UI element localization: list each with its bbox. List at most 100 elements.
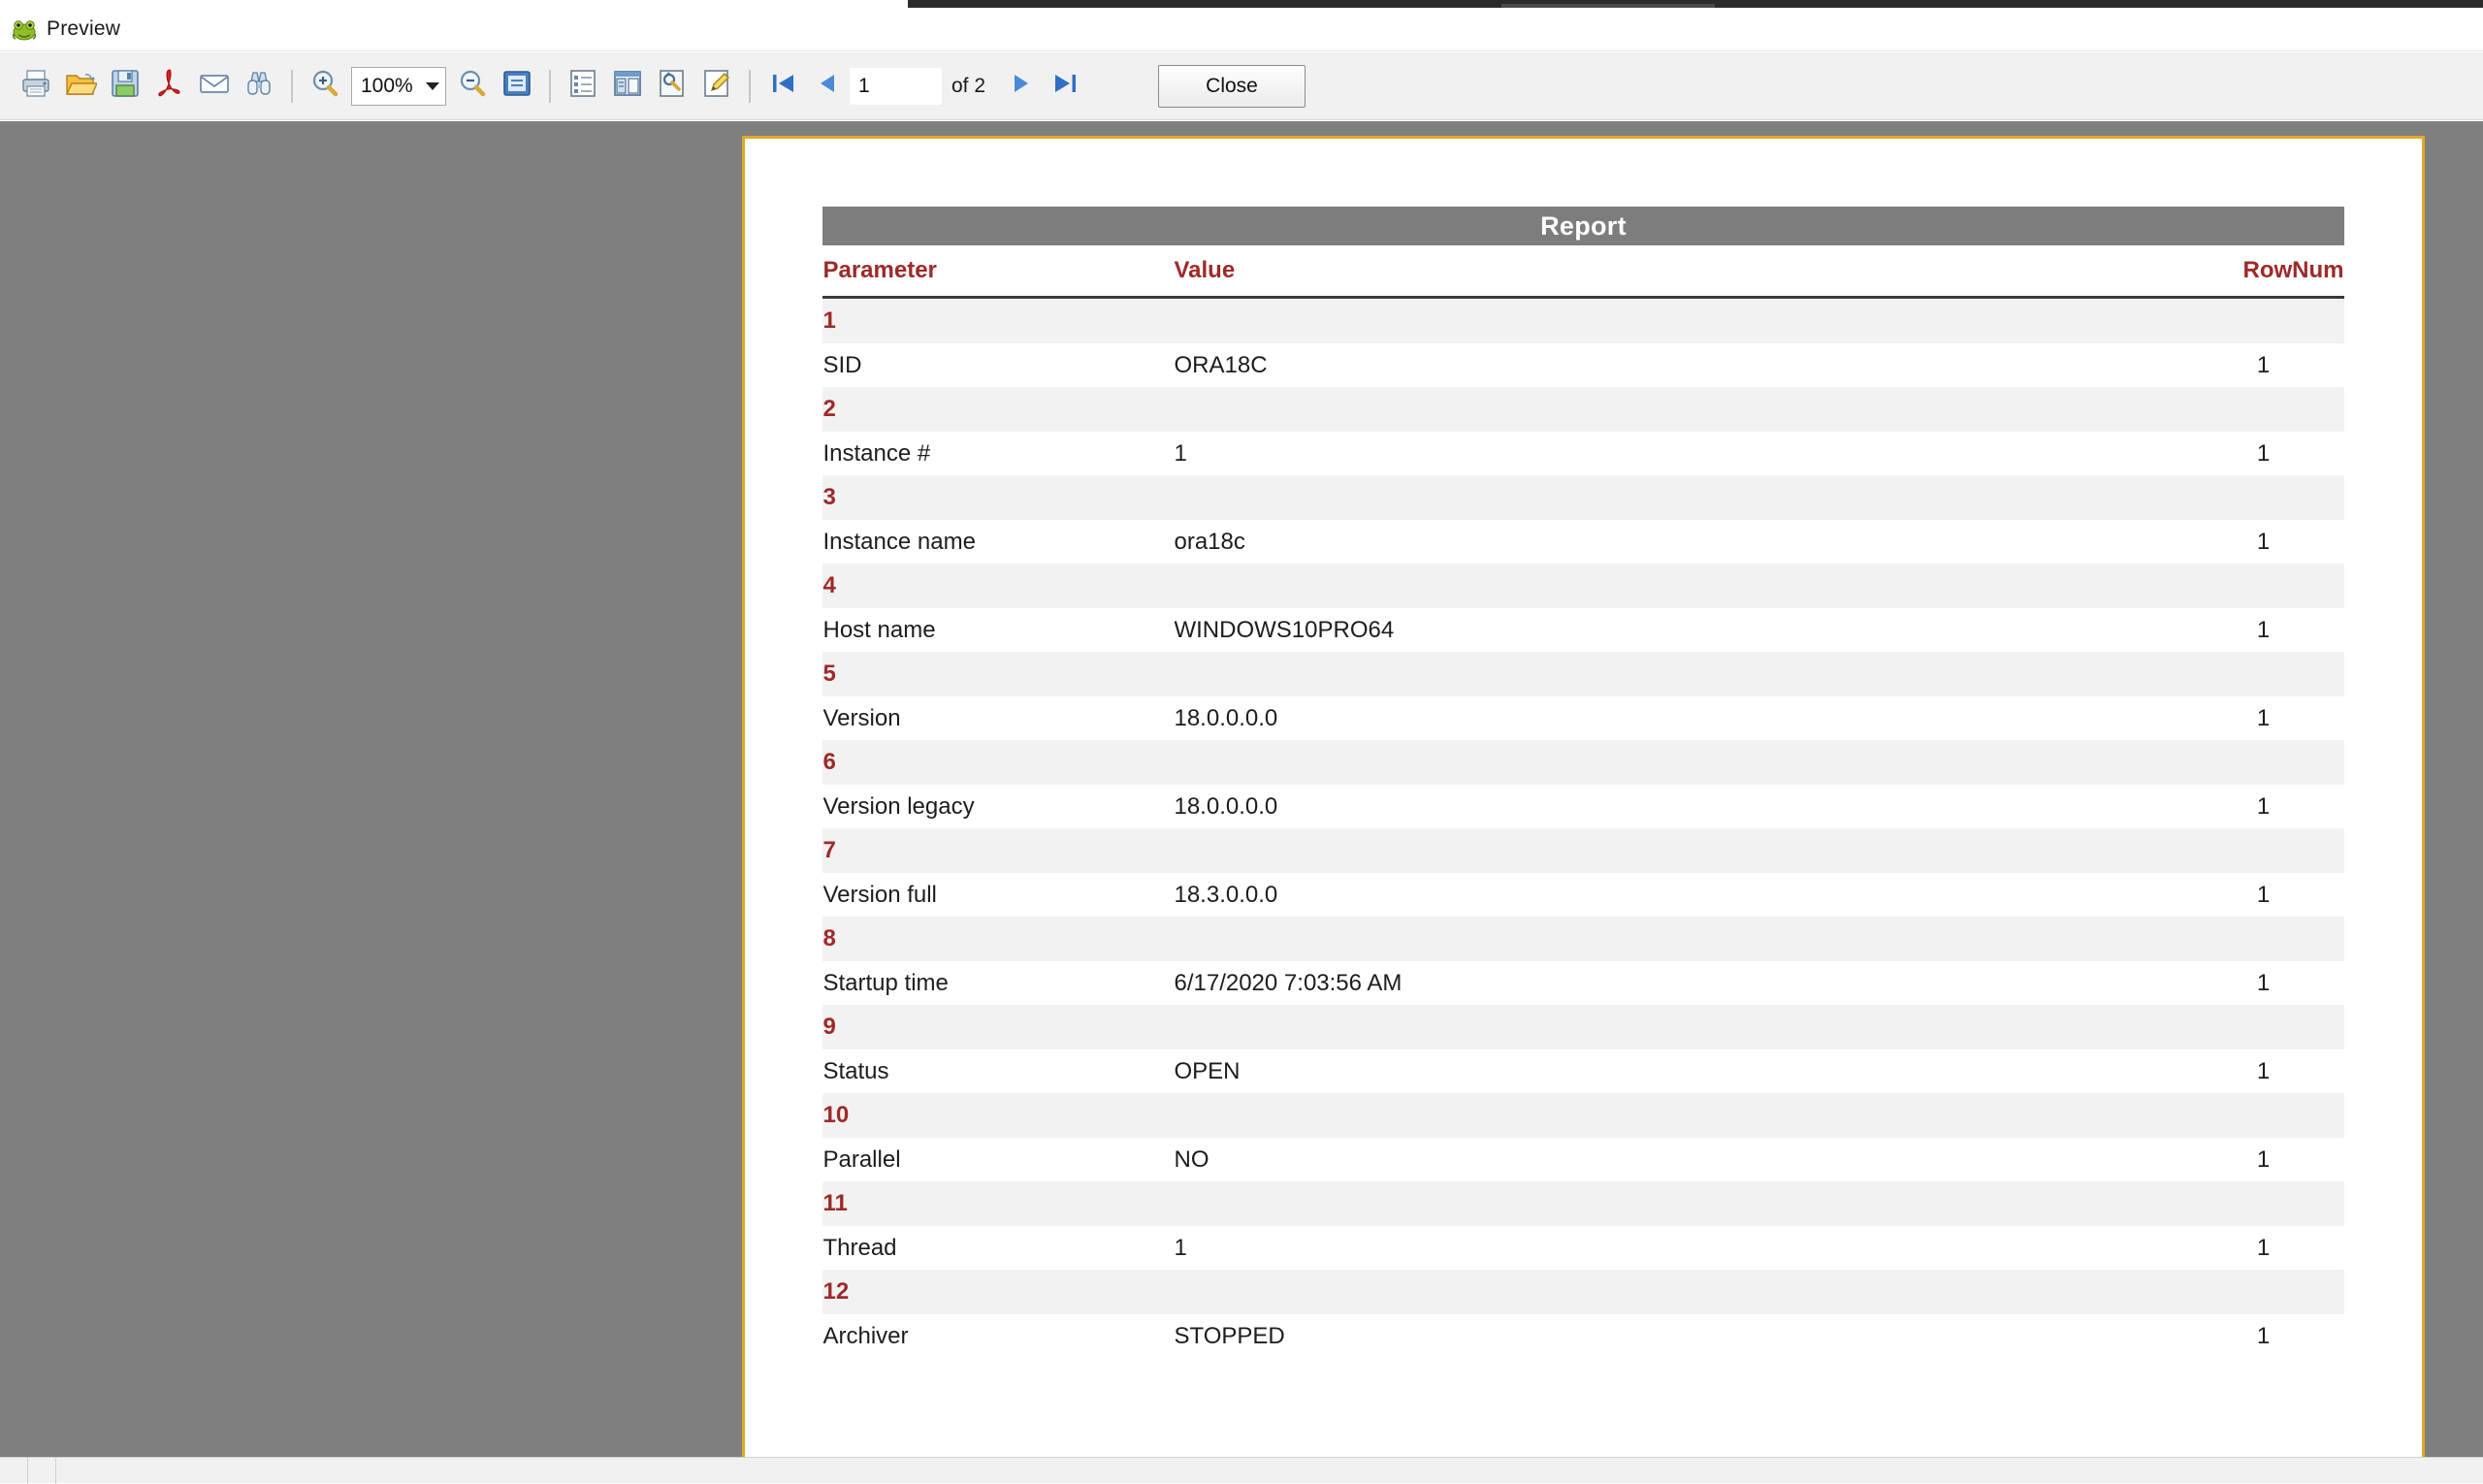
status-segment-right xyxy=(55,1458,83,1484)
outline-list-icon xyxy=(566,67,599,105)
group-filler-value xyxy=(1174,740,2182,785)
find-button[interactable] xyxy=(237,64,281,109)
open-button[interactable] xyxy=(58,64,103,109)
last-page-button[interactable] xyxy=(1044,64,1088,109)
cell-value: OPEN xyxy=(1174,1049,2182,1093)
report-group-row: 9 xyxy=(822,1005,2343,1049)
thumbnails-button[interactable] xyxy=(605,64,650,109)
report-group-row: 10 xyxy=(822,1093,2343,1138)
page-setup-button[interactable] xyxy=(650,64,694,109)
cell-value: WINDOWS10PRO64 xyxy=(1174,608,2182,652)
group-index: 5 xyxy=(822,652,1174,696)
table-row: StatusOPEN1 xyxy=(822,1049,2343,1093)
group-filler-rownum xyxy=(2182,475,2343,520)
next-page-button[interactable] xyxy=(999,64,1044,109)
report-group-row: 12 xyxy=(822,1270,2343,1314)
group-index: 11 xyxy=(822,1181,1174,1226)
zoom-out-button[interactable] xyxy=(450,64,495,109)
group-index: 9 xyxy=(822,1005,1174,1049)
cell-value: 1 xyxy=(1174,432,2182,475)
cell-rownum: 1 xyxy=(2182,1314,2343,1358)
group-index: 12 xyxy=(822,1270,1174,1314)
preview-canvas[interactable]: Report Parameter Value RowNum 1SIDORA18C… xyxy=(0,121,2483,1457)
table-row: Version legacy18.0.0.0.01 xyxy=(822,785,2343,828)
report-group-row: 2 xyxy=(822,387,2343,432)
cell-parameter: Archiver xyxy=(822,1314,1174,1358)
save-button[interactable] xyxy=(103,64,147,109)
table-row: SIDORA18C1 xyxy=(822,343,2343,387)
group-index: 10 xyxy=(822,1093,1174,1138)
floppy-disk-icon xyxy=(109,67,142,105)
cell-rownum: 1 xyxy=(2182,432,2343,475)
group-filler-rownum xyxy=(2182,1093,2343,1138)
group-index: 1 xyxy=(822,299,1174,343)
table-row: Instance #11 xyxy=(822,432,2343,475)
first-page-button[interactable] xyxy=(760,64,805,109)
group-filler-value xyxy=(1174,299,2182,343)
group-filler-rownum xyxy=(2182,1005,2343,1049)
cell-rownum: 1 xyxy=(2182,1226,2343,1270)
cell-parameter: Parallel xyxy=(822,1138,1174,1181)
cell-rownum: 1 xyxy=(2182,785,2343,828)
cell-value: 6/17/2020 7:03:56 AM xyxy=(1174,961,2182,1005)
export-pdf-button[interactable] xyxy=(147,64,192,109)
previous-page-icon xyxy=(813,69,842,103)
close-button[interactable]: Close xyxy=(1158,65,1306,108)
outline-button[interactable] xyxy=(561,64,605,109)
report-column-header-row: Parameter Value RowNum xyxy=(822,245,2343,296)
group-filler-rownum xyxy=(2182,387,2343,432)
page-count-label: of 2 xyxy=(951,75,985,98)
cell-rownum: 1 xyxy=(2182,1049,2343,1093)
column-header-rownum: RowNum xyxy=(2182,245,2343,296)
cell-parameter: Status xyxy=(822,1049,1174,1093)
group-filler-rownum xyxy=(2182,299,2343,343)
group-filler-rownum xyxy=(2182,917,2343,961)
report-table: Report Parameter Value RowNum 1SIDORA18C… xyxy=(822,207,2343,1358)
report-group-row: 5 xyxy=(822,652,2343,696)
cell-rownum: 1 xyxy=(2182,1138,2343,1181)
edit-button[interactable] xyxy=(694,64,739,109)
email-button[interactable] xyxy=(192,64,237,109)
cell-value: ORA18C xyxy=(1174,343,2182,387)
zoom-level-value: 100% xyxy=(361,75,413,98)
cell-parameter: Host name xyxy=(822,608,1174,652)
group-filler-rownum xyxy=(2182,564,2343,608)
table-row: Host nameWINDOWS10PRO641 xyxy=(822,608,2343,652)
pdf-icon xyxy=(153,67,186,105)
magnifier-plus-icon xyxy=(308,67,341,105)
report-group-row: 8 xyxy=(822,917,2343,961)
cell-parameter: SID xyxy=(822,343,1174,387)
status-segment-middle xyxy=(27,1458,55,1484)
print-button[interactable] xyxy=(14,64,58,109)
pencil-edit-icon xyxy=(700,67,733,105)
table-row: Version full18.3.0.0.01 xyxy=(822,873,2343,917)
cell-value: NO xyxy=(1174,1138,2182,1181)
group-filler-value xyxy=(1174,1181,2182,1226)
group-filler-value xyxy=(1174,1270,2182,1314)
cell-value: STOPPED xyxy=(1174,1314,2182,1358)
title-bar: Preview xyxy=(0,8,2483,51)
toolbar-separator-3 xyxy=(749,70,751,103)
page-number-input[interactable] xyxy=(850,68,942,105)
zoom-level-combobox[interactable]: 100% xyxy=(351,67,446,106)
binoculars-icon xyxy=(242,67,275,105)
last-page-icon xyxy=(1051,69,1080,103)
report-group-row: 7 xyxy=(822,828,2343,873)
report-group-row: 1 xyxy=(822,299,2343,343)
fit-page-button[interactable] xyxy=(495,64,539,109)
cell-rownum: 1 xyxy=(2182,608,2343,652)
previous-page-button[interactable] xyxy=(805,64,850,109)
table-row: Thread11 xyxy=(822,1226,2343,1270)
group-index: 2 xyxy=(822,387,1174,432)
cell-parameter: Startup time xyxy=(822,961,1174,1005)
zoom-in-button[interactable] xyxy=(303,64,347,109)
group-index: 7 xyxy=(822,828,1174,873)
cell-parameter: Thread xyxy=(822,1226,1174,1270)
cell-rownum: 1 xyxy=(2182,873,2343,917)
caret-down-icon[interactable] xyxy=(426,82,439,90)
toad-frog-icon xyxy=(12,16,37,42)
window-title: Preview xyxy=(47,17,120,41)
report-title: Report xyxy=(822,207,2343,245)
cell-value: ora18c xyxy=(1174,520,2182,564)
printer-icon xyxy=(19,67,52,105)
